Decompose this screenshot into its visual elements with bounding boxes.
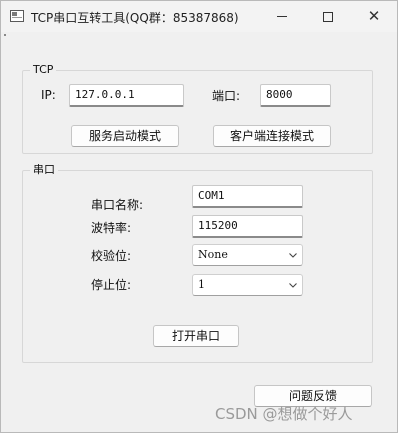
close-icon: ✕	[367, 7, 381, 25]
baud-input[interactable]: 115200	[192, 215, 303, 238]
close-button[interactable]: ✕	[351, 1, 397, 32]
serial-group-title: 串口	[30, 163, 58, 177]
stopbits-value: 1	[198, 278, 205, 291]
parity-select[interactable]: None	[192, 244, 303, 266]
watermark-text: CSDN @想做个好人	[215, 405, 353, 423]
maximize-button[interactable]	[305, 1, 351, 32]
minimize-button[interactable]	[259, 1, 305, 32]
minimize-icon	[277, 16, 287, 17]
port-input[interactable]: 8000	[260, 84, 331, 107]
port-name-input[interactable]: COM1	[192, 185, 303, 208]
ip-input[interactable]: 127.0.0.1	[69, 84, 184, 107]
client-mode-button[interactable]: 客户端连接模式	[213, 125, 331, 147]
maximize-icon	[323, 11, 333, 22]
stopbits-select[interactable]: 1	[192, 274, 303, 296]
port-name-label: 串口名称:	[91, 198, 144, 212]
parity-value: None	[198, 248, 228, 261]
main-window: TCP串口互转工具(QQ群：85387868) ✕ TCP IP: 127.0.…	[0, 0, 398, 433]
title-bar[interactable]: TCP串口互转工具(QQ群：85387868) ✕	[1, 1, 397, 32]
parity-label: 校验位:	[91, 249, 132, 263]
baud-label: 波特率:	[91, 221, 132, 235]
ip-label: IP:	[41, 88, 56, 102]
chevron-down-icon	[289, 253, 297, 258]
tcp-group-title: TCP	[30, 63, 57, 77]
server-mode-button[interactable]: 服务启动模式	[71, 125, 179, 147]
menu-dot	[4, 34, 6, 36]
window-title: TCP串口互转工具(QQ群：85387868)	[31, 11, 239, 25]
port-label: 端口:	[212, 89, 241, 103]
chevron-down-icon	[289, 283, 297, 288]
app-icon	[10, 10, 24, 22]
open-port-button[interactable]: 打开串口	[153, 325, 239, 347]
stopbits-label: 停止位:	[91, 278, 132, 292]
